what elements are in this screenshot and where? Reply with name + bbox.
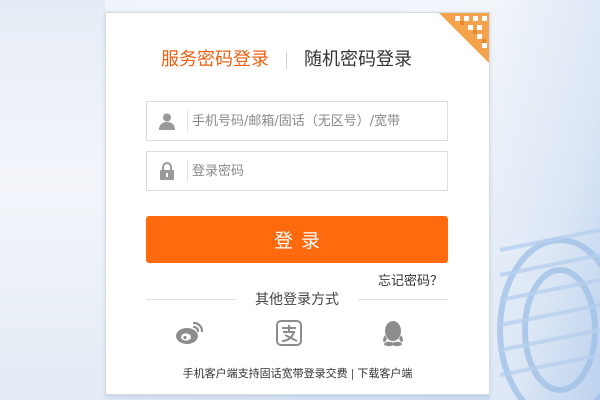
footer-separator: | (350, 367, 355, 380)
client-promo-link[interactable]: 手机客户端支持固话宽带登录交费 (183, 367, 348, 380)
login-button[interactable]: 登录 (146, 216, 448, 263)
field-separator (187, 110, 188, 132)
forgot-password-link[interactable]: 忘记密码？ (378, 270, 443, 289)
username-field (146, 101, 448, 141)
password-field (146, 151, 448, 191)
other-login-methods: 其他登录方式 (146, 290, 448, 310)
login-tabs: 服务密码登录 随机密码登录 (106, 47, 489, 75)
divider-line (358, 299, 448, 300)
alipay-icon[interactable] (273, 317, 305, 349)
download-client-link[interactable]: 下载客户端 (357, 367, 412, 380)
background-left (0, 0, 105, 400)
footer-links: 手机客户端支持固话宽带登录交费 | 下载客户端 (106, 365, 489, 381)
login-panel: 服务密码登录 随机密码登录 登录 忘记密码？ 其他登录方式 (105, 12, 490, 395)
username-input[interactable] (192, 102, 442, 140)
password-input[interactable] (192, 152, 442, 190)
lock-icon (147, 152, 187, 190)
tab-service-password[interactable]: 服务密码登录 (161, 47, 269, 73)
field-separator (187, 160, 188, 182)
user-icon (147, 102, 187, 140)
other-login-label: 其他登录方式 (255, 292, 339, 308)
qq-icon[interactable] (377, 317, 409, 349)
background-decoration (490, 0, 600, 400)
tab-random-password[interactable]: 随机密码登录 (304, 47, 412, 73)
tab-divider (286, 52, 287, 69)
weibo-icon[interactable] (174, 317, 206, 349)
